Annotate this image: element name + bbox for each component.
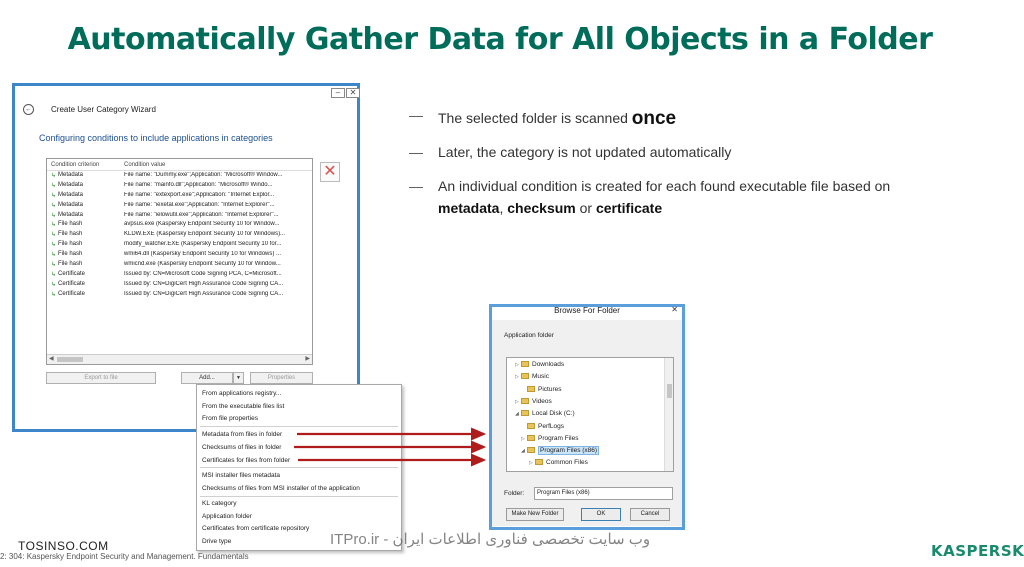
folder-icon xyxy=(527,434,535,441)
tree-item-music[interactable]: ▷ Music xyxy=(515,373,549,380)
scrollbar-thumb[interactable] xyxy=(667,384,672,398)
browse-dialog-title: Browse For Folder xyxy=(554,306,620,315)
cancel-button[interactable]: Cancel xyxy=(630,508,670,521)
folder-tree[interactable]: ▷ Downloads ▷ Music Pictures ▷ Videos ◢ Local Di… xyxy=(506,357,674,472)
browse-for-folder-dialog: Browse For Folder ✕ Application folder ▷… xyxy=(489,304,685,530)
folder-icon xyxy=(527,422,535,429)
tree-item-label: Local Disk (C:) xyxy=(532,410,575,418)
itpro-watermark: ITPro.ir - وب سایت تخصصی فناوری اطلاعات … xyxy=(330,531,651,548)
tree-item-common-files[interactable]: ▷ Common Files xyxy=(529,459,588,466)
tosinso-watermark: TOSINSO.COM xyxy=(18,539,109,553)
browse-dialog-content: Browse For Folder ✕ Application folder ▷… xyxy=(492,305,682,527)
folder-icon xyxy=(527,447,535,454)
folder-icon xyxy=(521,373,529,380)
tree-item-label: PerfLogs xyxy=(538,422,565,430)
tree-item-label: Common Files xyxy=(546,459,588,467)
tree-item-perflogs[interactable]: PerfLogs xyxy=(521,422,565,430)
tree-item-downloads[interactable]: ▷ Downloads xyxy=(515,361,564,368)
tree-item-local-disk-c[interactable]: ◢ Local Disk (C:) xyxy=(515,410,575,417)
tree-item-program-files-x86[interactable]: ◢ Program Files (x86) xyxy=(521,446,600,456)
folder-field[interactable]: Program Files (x86) xyxy=(534,487,673,500)
tree-item-videos[interactable]: ▷ Videos xyxy=(515,397,552,405)
folder-icon xyxy=(527,385,535,392)
make-new-folder-button[interactable]: Make New Folder xyxy=(506,508,564,521)
browse-dialog-body: Application folder ▷ Downloads ▷ Music Pictu… xyxy=(492,320,682,526)
tree-item-label: Program Files (x86) xyxy=(538,446,600,456)
ok-button[interactable]: OK xyxy=(581,508,621,521)
tree-item-pictures[interactable]: Pictures xyxy=(521,385,562,393)
tree-item-label: Downloads xyxy=(532,361,565,368)
close-icon[interactable]: ✕ xyxy=(671,305,678,314)
folder-icon xyxy=(535,459,543,466)
tree-item-label: Music xyxy=(532,373,549,381)
folder-icon xyxy=(521,410,529,417)
folder-icon xyxy=(521,397,529,404)
kaspersky-logo: KASPERSKYlab xyxy=(931,542,1024,560)
folder-icon xyxy=(521,361,529,367)
tree-item-label: Videos xyxy=(532,397,552,405)
tree-item-program-files[interactable]: ▷ Program Files xyxy=(521,434,579,442)
application-folder-label: Application folder xyxy=(504,332,554,339)
tree-item-label: Program Files xyxy=(538,434,579,442)
course-footer: 2: 304: Kaspersky Endpoint Security and … xyxy=(0,552,249,561)
tree-item-label: Pictures xyxy=(538,385,562,393)
folder-label: Folder: xyxy=(504,490,525,497)
vertical-scrollbar[interactable] xyxy=(664,358,673,471)
